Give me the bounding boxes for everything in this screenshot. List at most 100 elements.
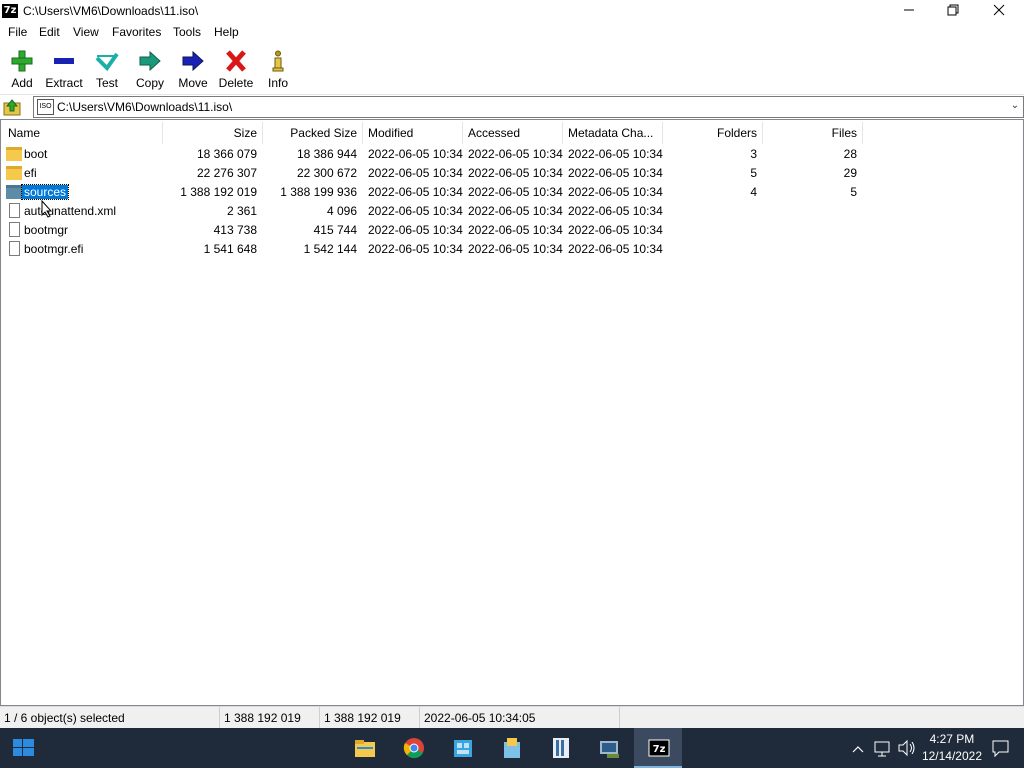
row-modified: 2022-06-05 10:34 xyxy=(368,204,463,218)
list-row-boot[interactable]: boot 18 366 079 18 386 944 2022-06-05 10… xyxy=(1,145,1021,164)
copy-button[interactable]: Copy xyxy=(128,46,172,90)
row-modified: 2022-06-05 10:34 xyxy=(368,166,463,180)
row-size: 413 738 xyxy=(213,223,257,237)
chevron-down-icon[interactable]: ⌄ xyxy=(1009,100,1021,112)
row-accessed: 2022-06-05 10:34 xyxy=(468,204,563,218)
row-folders: 4 xyxy=(750,185,757,199)
column-metadata-changed[interactable]: Metadata Cha... xyxy=(563,122,663,144)
column-accessed[interactable]: Accessed xyxy=(463,122,563,144)
add-button[interactable]: Add xyxy=(0,46,44,90)
file-list[interactable]: Name Size Packed Size Modified Accessed … xyxy=(0,119,1024,706)
network-button[interactable] xyxy=(873,728,893,768)
close-button[interactable] xyxy=(976,0,1022,22)
menu-bar: File Edit View Favorites Tools Help xyxy=(0,22,1024,42)
row-size: 1 388 192 019 xyxy=(180,185,257,199)
menu-favorites[interactable]: Favorites xyxy=(112,25,161,39)
address-path[interactable]: C:\Users\VM6\Downloads\11.iso\ xyxy=(57,100,232,114)
parent-folder-button[interactable] xyxy=(3,98,21,116)
test-button[interactable]: Test xyxy=(85,46,129,90)
restore-button[interactable] xyxy=(930,0,976,22)
close-icon xyxy=(993,4,1005,16)
menu-help[interactable]: Help xyxy=(214,25,239,39)
row-metadata: 2022-06-05 10:34 xyxy=(568,185,663,199)
taskbar-file-explorer[interactable] xyxy=(340,728,388,768)
xml-file-icon xyxy=(9,203,20,218)
clock[interactable]: 4:27 PM 12/14/2022 xyxy=(922,731,982,765)
list-row-autounattend[interactable]: autounattend.xml 2 361 4 096 2022-06-05 … xyxy=(1,202,1021,221)
list-row-bootmgr[interactable]: bootmgr 413 738 415 744 2022-06-05 10:34… xyxy=(1,221,1021,240)
status-modified: 2022-06-05 10:34:05 xyxy=(420,707,620,729)
row-folders: 5 xyxy=(750,166,757,180)
file-icon xyxy=(9,222,20,237)
taskbar-app-4[interactable] xyxy=(585,728,633,768)
extract-label: Extract xyxy=(45,76,83,90)
status-bar: 1 / 6 object(s) selected 1 388 192 019 1… xyxy=(0,706,1024,729)
mouse-cursor-icon xyxy=(41,200,53,218)
row-packed: 415 744 xyxy=(313,223,357,237)
status-packed: 1 388 192 019 xyxy=(320,707,420,729)
clock-time: 4:27 PM xyxy=(929,732,975,746)
column-packed-size[interactable]: Packed Size xyxy=(263,122,363,144)
column-name[interactable]: Name xyxy=(3,122,163,144)
toolbar: Add Extract Test Copy Move Delete Info xyxy=(0,42,1024,95)
list-row-bootmgr-efi[interactable]: bootmgr.efi 1 541 648 1 542 144 2022-06-… xyxy=(1,240,1021,259)
minimize-icon xyxy=(904,9,914,11)
notifications-button[interactable] xyxy=(990,728,1012,768)
row-modified: 2022-06-05 10:34 xyxy=(368,185,463,199)
folder-icon xyxy=(6,166,22,180)
app-icon-3 xyxy=(553,738,569,758)
list-row-efi[interactable]: efi 22 276 307 22 300 672 2022-06-05 10:… xyxy=(1,164,1021,183)
windows-icon xyxy=(13,739,34,756)
menu-edit[interactable]: Edit xyxy=(39,25,60,39)
column-modified[interactable]: Modified xyxy=(363,122,463,144)
row-files: 5 xyxy=(850,185,857,199)
delete-button[interactable]: Delete xyxy=(214,46,258,90)
row-folders: 3 xyxy=(750,147,757,161)
row-accessed: 2022-06-05 10:34 xyxy=(468,185,563,199)
column-files[interactable]: Files xyxy=(763,122,863,144)
menu-tools[interactable]: Tools xyxy=(173,25,201,39)
address-bar: ISO C:\Users\VM6\Downloads\11.iso\ ⌄ xyxy=(0,96,1024,118)
row-packed: 22 300 672 xyxy=(296,166,357,180)
column-size[interactable]: Size xyxy=(163,122,263,144)
row-size: 1 541 648 xyxy=(203,242,257,256)
taskbar-app-3[interactable] xyxy=(536,728,584,768)
row-accessed: 2022-06-05 10:34 xyxy=(468,166,563,180)
app-icon-4 xyxy=(600,741,619,758)
taskbar-chrome[interactable] xyxy=(389,728,437,768)
address-field[interactable]: ISO C:\Users\VM6\Downloads\11.iso\ ⌄ xyxy=(33,96,1024,118)
info-button[interactable]: Info xyxy=(256,46,300,90)
notification-icon xyxy=(992,740,1009,758)
row-metadata: 2022-06-05 10:34 xyxy=(568,242,663,256)
status-selection: 1 / 6 object(s) selected xyxy=(0,707,220,729)
row-modified: 2022-06-05 10:34 xyxy=(368,147,463,161)
taskbar-app-2[interactable] xyxy=(487,728,535,768)
taskbar: 7z 4:27 PM 12/14/2022 xyxy=(0,728,1024,768)
move-button[interactable]: Move xyxy=(171,46,215,90)
row-metadata: 2022-06-05 10:34 xyxy=(568,166,663,180)
volume-icon xyxy=(898,739,915,757)
info-label: Info xyxy=(267,76,288,90)
extract-button[interactable]: Extract xyxy=(42,46,86,90)
taskbar-app-1[interactable] xyxy=(438,728,486,768)
row-packed: 18 386 944 xyxy=(296,147,357,161)
taskbar-7zip[interactable]: 7z xyxy=(634,728,682,768)
row-packed: 1 542 144 xyxy=(303,242,357,256)
start-button[interactable] xyxy=(0,728,48,768)
volume-button[interactable] xyxy=(897,728,917,768)
add-label: Add xyxy=(11,76,33,90)
list-row-sources[interactable]: sources 1 388 192 019 1 388 199 936 2022… xyxy=(1,183,1021,202)
menu-file[interactable]: File xyxy=(8,25,27,39)
column-folders[interactable]: Folders xyxy=(663,122,763,144)
window-title: C:\Users\VM6\Downloads\11.iso\ xyxy=(23,4,199,18)
test-icon xyxy=(95,52,119,72)
row-files: 29 xyxy=(843,166,857,180)
minimize-button[interactable] xyxy=(886,0,932,22)
menu-view[interactable]: View xyxy=(73,25,99,39)
7zip-icon: 7z xyxy=(648,739,670,757)
show-hidden-icons-button[interactable] xyxy=(850,728,866,768)
folder-up-icon xyxy=(3,99,21,116)
extract-icon xyxy=(54,58,74,64)
7zip-app-icon[interactable]: 7z xyxy=(2,4,18,18)
row-name: boot xyxy=(24,147,48,161)
